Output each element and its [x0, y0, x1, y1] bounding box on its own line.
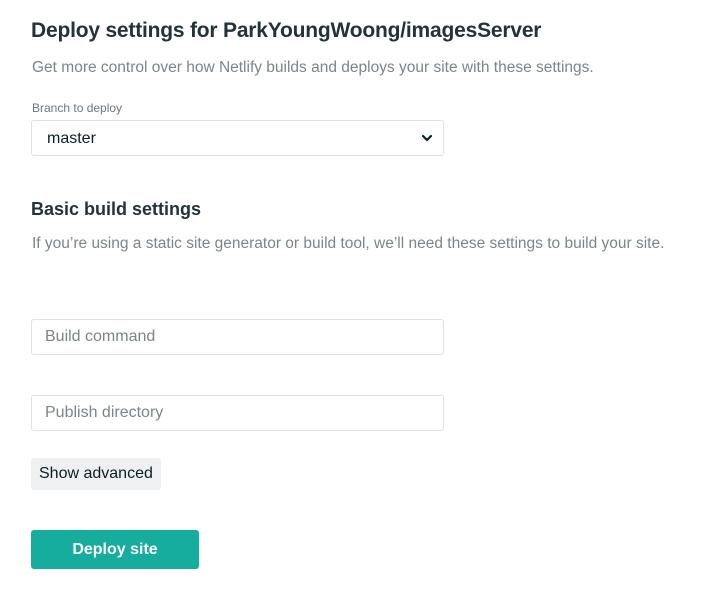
chevron-down-icon	[421, 134, 433, 142]
publish-directory-input[interactable]	[31, 395, 444, 431]
show-advanced-button[interactable]: Show advanced	[31, 458, 161, 490]
page-subtitle: Get more control over how Netlify builds…	[32, 59, 594, 76]
build-settings-description: If you’re using a static site generator …	[32, 235, 665, 252]
deploy-site-button[interactable]: Deploy site	[31, 530, 199, 569]
build-command-input[interactable]	[31, 319, 444, 355]
build-settings-title: Basic build settings	[31, 199, 202, 219]
branch-select[interactable]: master	[31, 120, 444, 156]
branch-selected-value: master	[47, 130, 96, 147]
page-title: Deploy settings for ParkYoungWoong/image…	[31, 19, 542, 42]
branch-label: Branch to deploy	[32, 101, 123, 115]
